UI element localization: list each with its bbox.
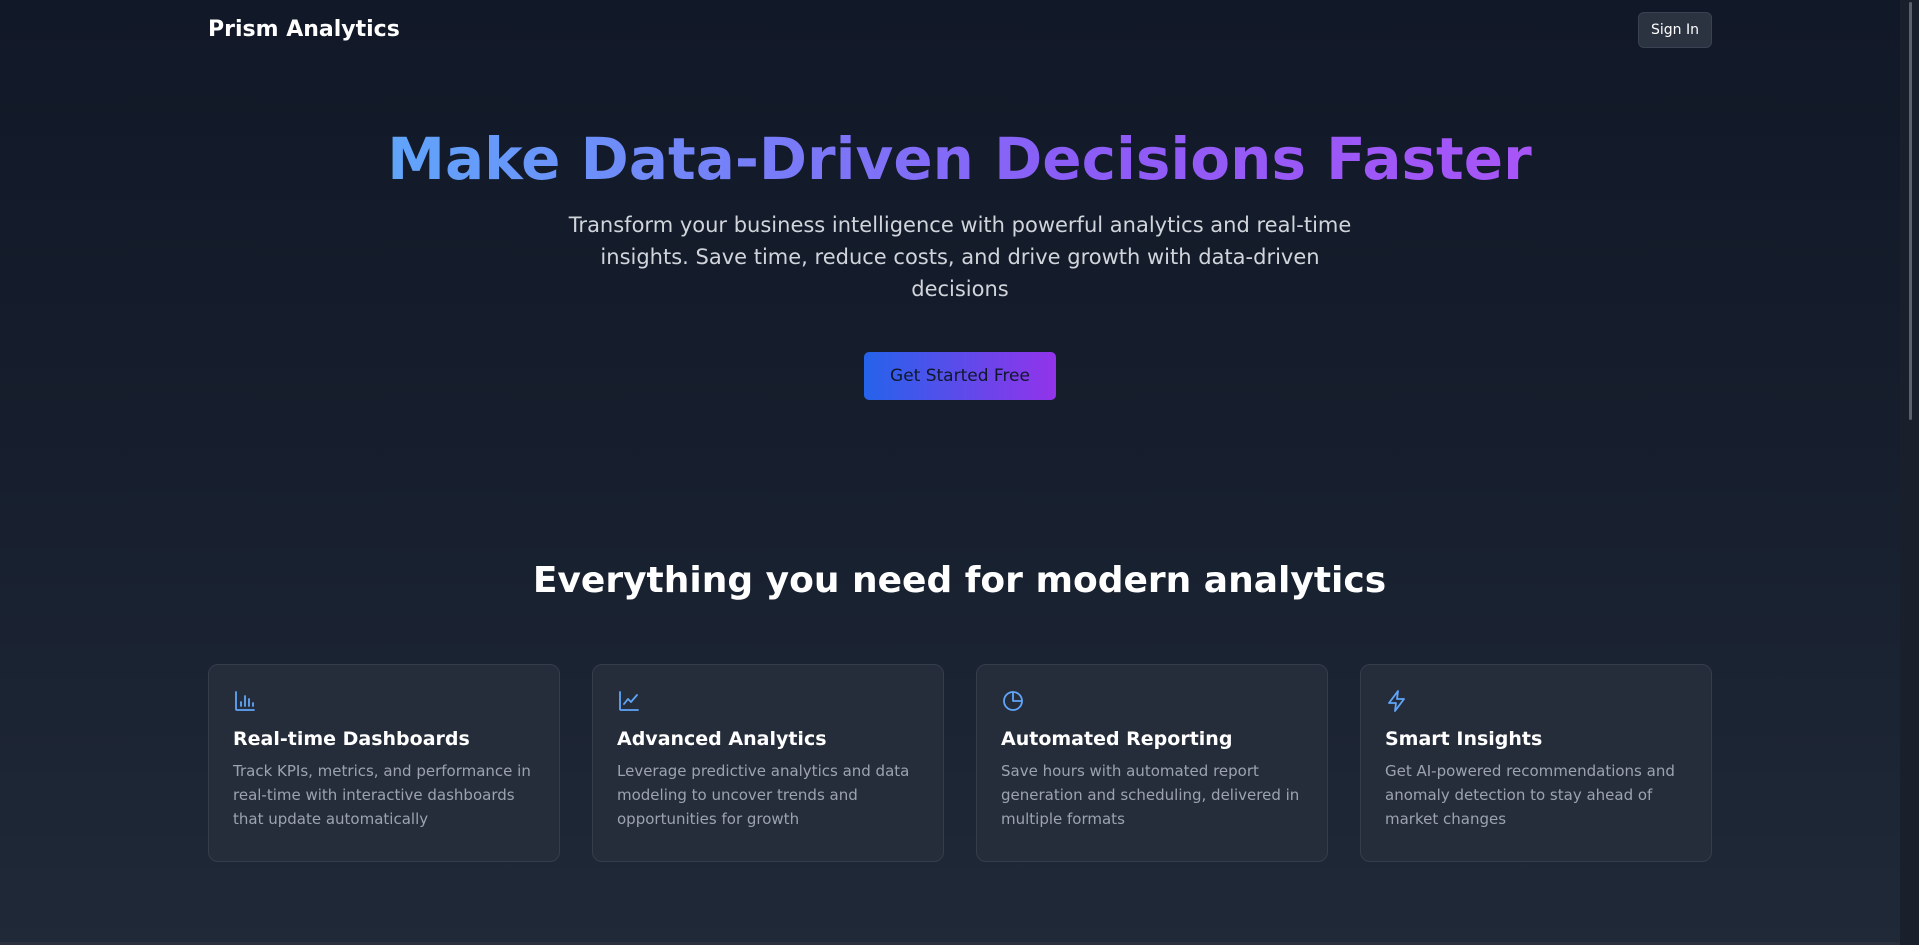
get-started-button[interactable]: Get Started Free [864, 352, 1056, 400]
features-heading: Everything you need for modern analytics [532, 560, 1387, 601]
sign-in-button[interactable]: Sign In [1638, 12, 1712, 48]
feature-card-automated-reporting: Automated Reporting Save hours with auto… [976, 664, 1328, 862]
feature-card-smart-insights: Smart Insights Get AI-powered recommenda… [1360, 664, 1712, 862]
feature-description: Get AI-powered recommendations and anoma… [1385, 762, 1675, 828]
hero-title: Make Data-Driven Decisions Faster [0, 120, 1919, 198]
feature-title: Smart Insights [1385, 728, 1543, 750]
hero-subtitle: Transform your business intelligence wit… [568, 213, 1352, 301]
line-chart-icon [617, 689, 641, 713]
feature-description: Leverage predictive analytics and data m… [617, 762, 910, 828]
feature-card-realtime-dashboards: Real-time Dashboards Track KPIs, metrics… [208, 664, 560, 862]
feature-title: Real-time Dashboards [233, 728, 470, 750]
bar-chart-icon [233, 689, 257, 713]
feature-title: Advanced Analytics [617, 728, 827, 750]
vertical-scrollbar[interactable] [1900, 0, 1919, 945]
brand-logo-text[interactable]: Prism Analytics [208, 17, 400, 42]
scrollbar-thumb[interactable] [1909, 2, 1912, 420]
lightning-icon [1385, 689, 1409, 713]
top-navbar: Prism Analytics Sign In [0, 0, 1900, 62]
hero-title-text: Make Data-Driven Decisions Faster [387, 125, 1532, 193]
feature-title: Automated Reporting [1001, 728, 1233, 750]
pie-chart-icon [1001, 689, 1025, 713]
feature-description: Save hours with automated report generat… [1001, 762, 1300, 828]
features-grid: Real-time Dashboards Track KPIs, metrics… [208, 664, 1712, 862]
feature-card-advanced-analytics: Advanced Analytics Leverage predictive a… [592, 664, 944, 862]
feature-description: Track KPIs, metrics, and performance in … [233, 762, 531, 828]
